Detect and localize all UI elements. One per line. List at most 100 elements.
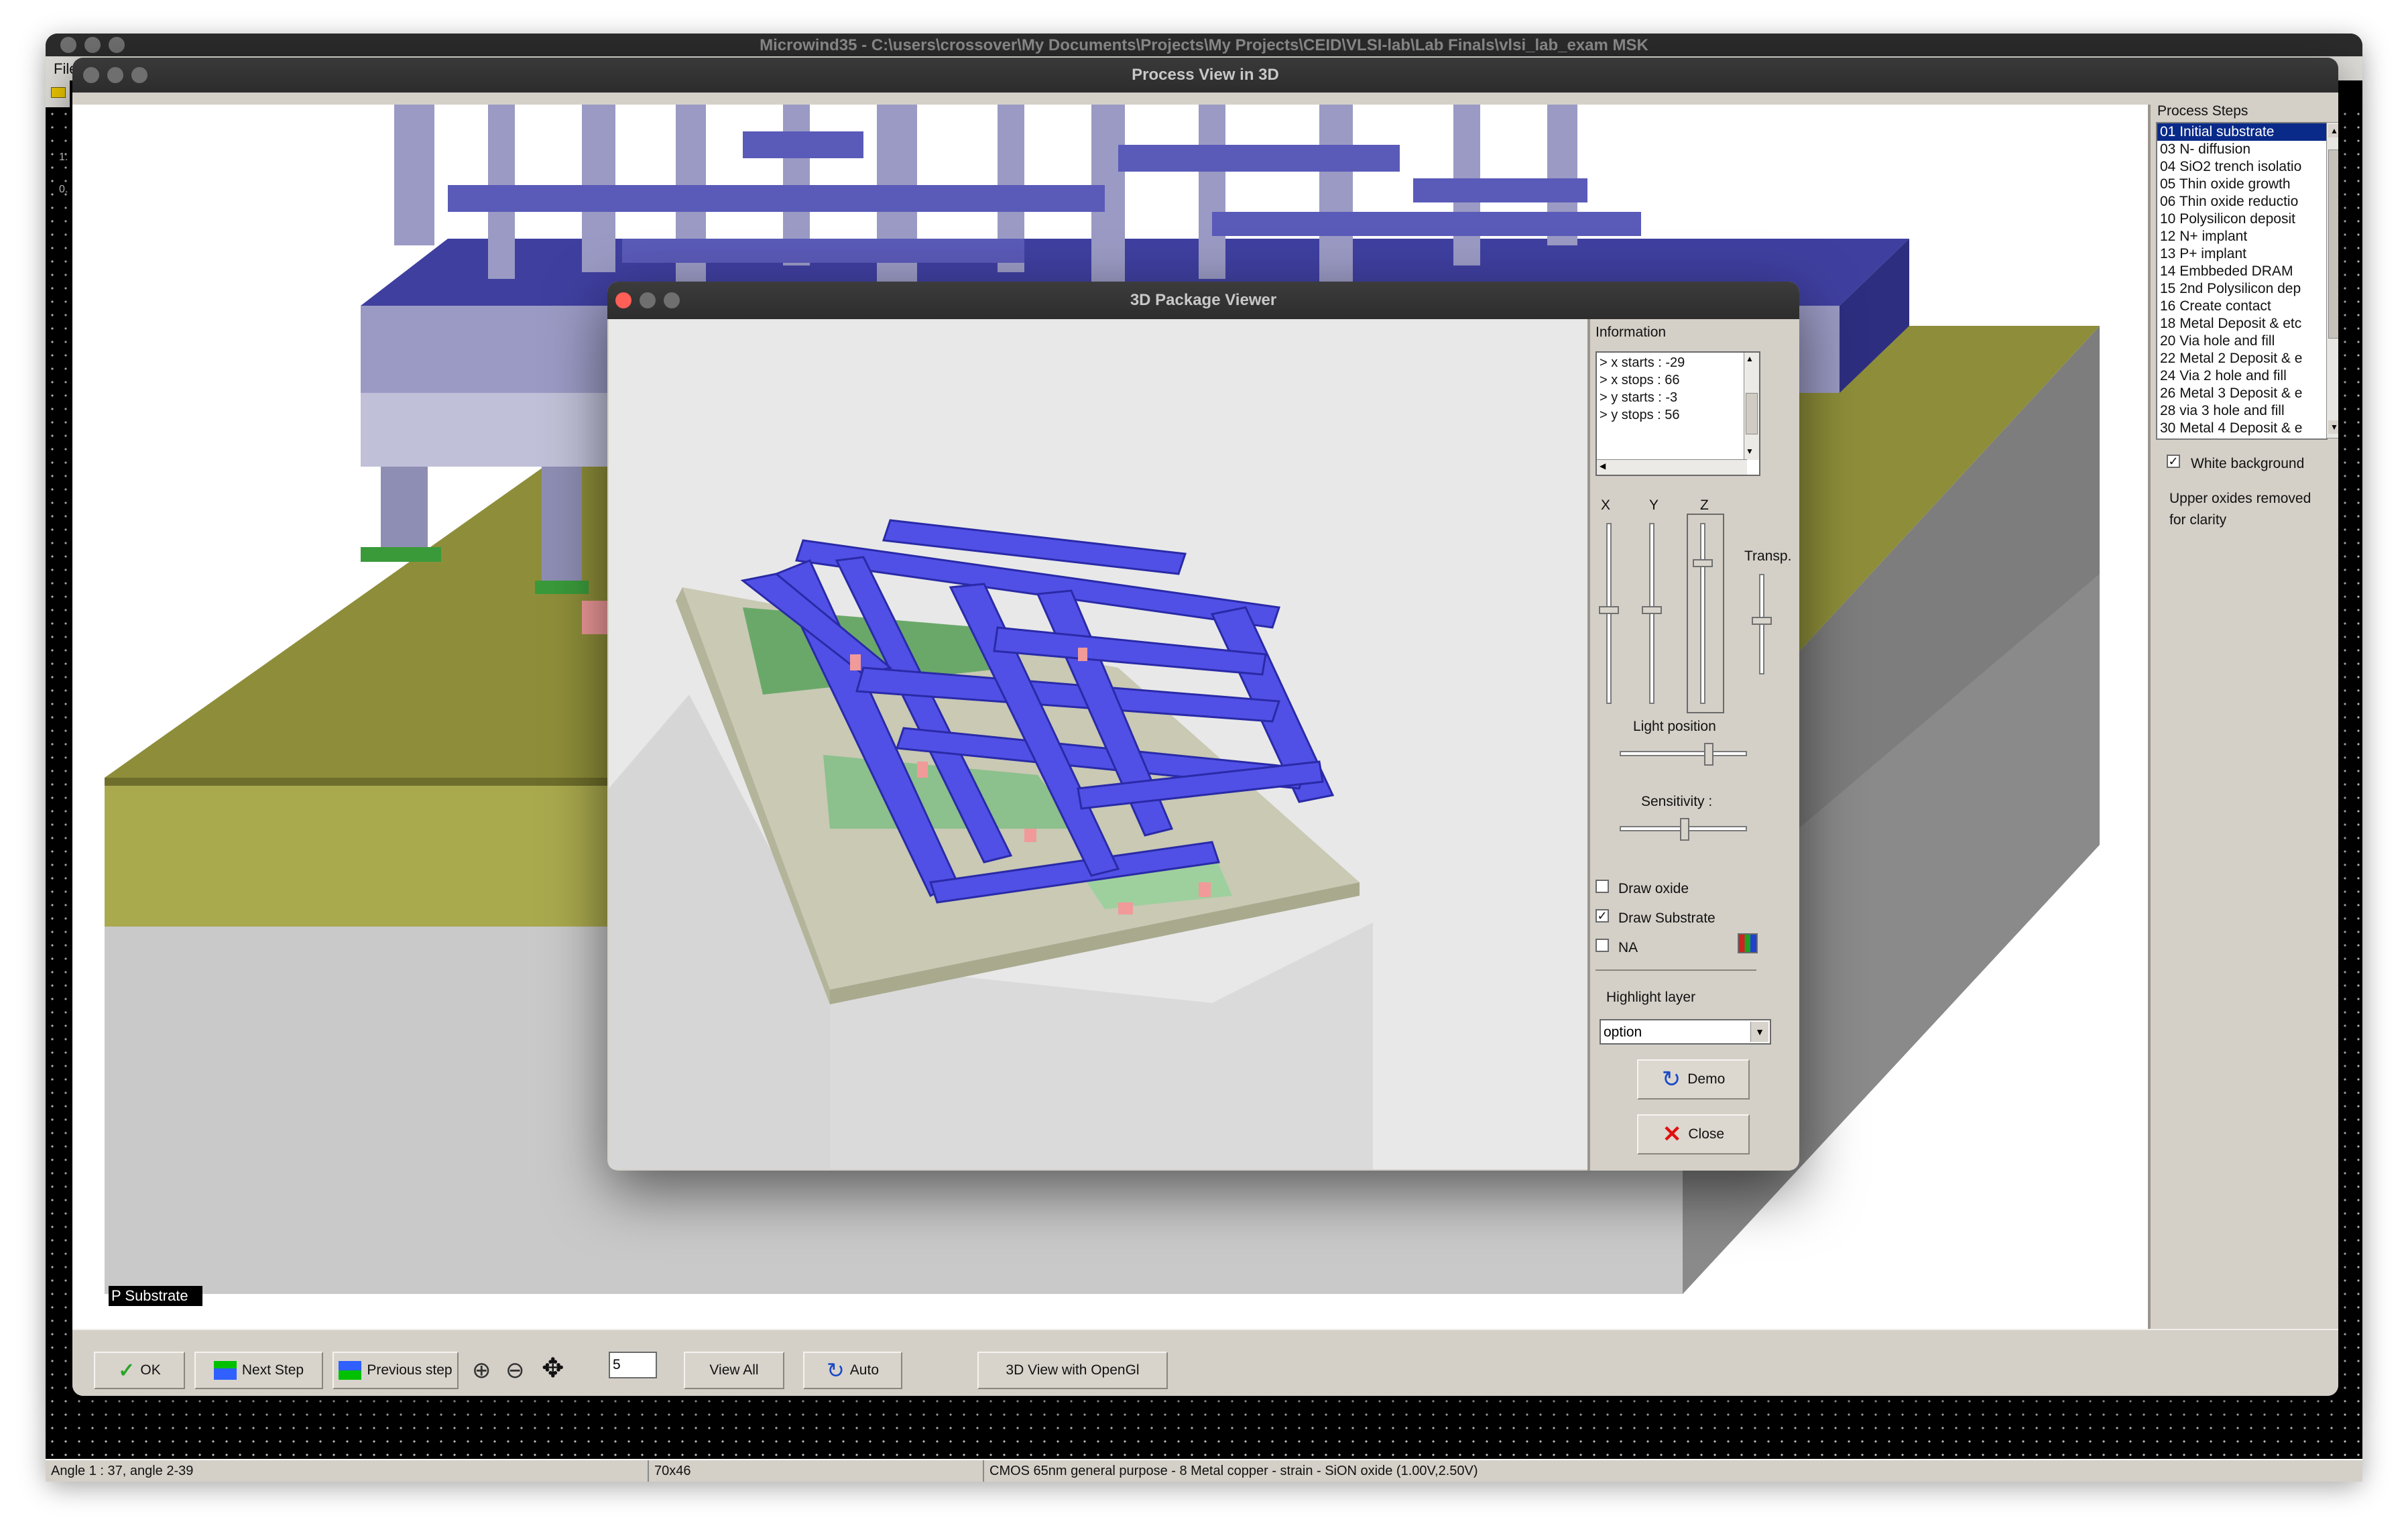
step-value-input[interactable]: 5	[609, 1352, 657, 1378]
diffusion-strip	[361, 547, 441, 562]
demo-button[interactable]: ↻ Demo	[1637, 1059, 1750, 1100]
status-angle: Angle 1 : 37, angle 2-39	[46, 1460, 649, 1482]
process-step-item[interactable]: 04 SiO2 trench isolatio	[2157, 158, 2326, 176]
white-background-label: White background	[2191, 456, 2305, 471]
demo-label: Demo	[1687, 1071, 1726, 1087]
previous-step-button[interactable]: Previous step	[333, 1352, 459, 1389]
main-titlebar: Microwind35 - C:\users\crossover\My Docu…	[46, 34, 2362, 56]
information-label: Information	[1596, 324, 1667, 340]
scroll-down-icon[interactable]: ▼	[2328, 420, 2338, 434]
status-technology: CMOS 65nm general purpose - 8 Metal copp…	[989, 1464, 1478, 1478]
process-step-item[interactable]: 12 N+ implant	[2157, 228, 2326, 245]
viewer-panel-divider	[1587, 319, 1590, 1171]
ok-label: OK	[140, 1362, 161, 1378]
process-step-item[interactable]: 10 Polysilicon deposit	[2157, 211, 2326, 228]
draw-substrate-checkbox[interactable]: ✓	[1596, 909, 1609, 923]
process-step-item[interactable]: 03 N- diffusion	[2157, 141, 2326, 158]
process-step-item[interactable]: 15 2nd Polysilicon dep	[2157, 280, 2326, 298]
auto-button[interactable]: ↻ Auto	[803, 1352, 902, 1389]
light-position-slider[interactable]	[1620, 751, 1747, 756]
scroll-thumb[interactable]	[2328, 150, 2338, 339]
close-button[interactable]: ✕ Close	[1637, 1114, 1750, 1155]
x-slider-thumb[interactable]	[1599, 606, 1619, 614]
opengl-label: 3D View with OpenGl	[1006, 1362, 1140, 1378]
previous-step-icon	[339, 1361, 362, 1380]
info-line: > y stops : 56	[1600, 408, 1680, 422]
close-icon: ✕	[1662, 1122, 1682, 1147]
axis-z-label: Z	[1700, 497, 1709, 513]
process-step-item[interactable]: 22 Metal 2 Deposit & e	[2157, 350, 2326, 367]
zoom-in-icon[interactable]: ⊕	[472, 1357, 491, 1384]
scroll-down-icon[interactable]: ▼	[1746, 447, 1754, 456]
scroll-thumb[interactable]	[1746, 393, 1758, 434]
process-step-item[interactable]: 28 via 3 hole and fill	[2157, 402, 2326, 420]
toolbar-open-icon-area	[46, 80, 70, 107]
process-step-item[interactable]: 30 Metal 4 Deposit & e	[2157, 420, 2326, 437]
open-folder-icon[interactable]	[51, 87, 66, 98]
next-step-button[interactable]: Next Step	[194, 1352, 323, 1389]
light-slider-thumb[interactable]	[1704, 743, 1713, 766]
info-line: > x stops : 66	[1600, 373, 1680, 388]
na-checkbox[interactable]	[1596, 939, 1609, 952]
view-all-button[interactable]: View All	[684, 1352, 784, 1389]
process-steps-list[interactable]: 01 Initial substrate 03 N- diffusion 04 Si…	[2156, 122, 2328, 440]
process-steps-scrollbar[interactable]: ▲ ▼	[2326, 122, 2338, 438]
refresh-icon: ↻	[1661, 1067, 1681, 1092]
na-label: NA	[1618, 940, 1638, 955]
separator	[1596, 969, 1756, 971]
transparency-slider-thumb[interactable]	[1752, 617, 1772, 625]
process-step-item[interactable]: 26 Metal 3 Deposit & e	[2157, 385, 2326, 402]
process-step-item[interactable]: 05 Thin oxide growth	[2157, 176, 2326, 193]
process-step-item[interactable]: 20 Via hole and fill	[2157, 333, 2326, 350]
auto-label: Auto	[849, 1362, 879, 1378]
sensitivity-label: Sensitivity :	[1641, 794, 1713, 809]
scroll-left-icon[interactable]: ◀	[1600, 461, 1606, 471]
ruler-tick-label: 1.	[59, 152, 68, 163]
draw-oxide-checkbox[interactable]	[1596, 880, 1609, 893]
zoom-out-icon[interactable]: ⊖	[505, 1357, 525, 1384]
check-mark-icon: ✓	[2168, 455, 2179, 468]
next-step-icon	[213, 1361, 237, 1380]
package-3d-canvas[interactable]	[609, 319, 1587, 1169]
highlight-layer-select[interactable]: option ▼	[1600, 1019, 1771, 1045]
chevron-down-icon[interactable]: ▼	[1750, 1022, 1768, 1042]
check-mark-icon: ✓	[1597, 909, 1608, 923]
process-step-item[interactable]: 16 Create contact	[2157, 298, 2326, 315]
z-slider-focus-box	[1687, 514, 1724, 713]
main-window-title: Microwind35 - C:\users\crossover\My Docu…	[760, 36, 1648, 54]
information-textbox[interactable]: > x starts : -29 > x stops : 66 > y starts…	[1596, 351, 1760, 476]
transparency-label: Transp.	[1744, 548, 1792, 564]
process-step-item[interactable]: 01 Initial substrate	[2157, 123, 2326, 141]
draw-oxide-label: Draw oxide	[1618, 881, 1689, 896]
process-step-item[interactable]: 18 Metal Deposit & etc	[2157, 315, 2326, 333]
opengl-view-button[interactable]: 3D View with OpenGl	[977, 1352, 1168, 1389]
next-step-label: Next Step	[241, 1362, 304, 1378]
status-bar: Angle 1 : 37, angle 2-39 70x46 CMOS 65nm…	[46, 1459, 2362, 1482]
checkmark-icon: ✓	[118, 1359, 135, 1382]
white-background-checkbox[interactable]: ✓	[2167, 455, 2180, 468]
y-slider-thumb[interactable]	[1642, 606, 1662, 614]
info-hscrollbar[interactable]: ◀	[1597, 459, 1747, 475]
ok-button[interactable]: ✓ OK	[94, 1352, 185, 1389]
process-step-item[interactable]: 06 Thin oxide reductio	[2157, 193, 2326, 211]
process-step-item[interactable]: 14 Embbeded DRAM	[2157, 263, 2326, 280]
panel-divider	[2148, 105, 2151, 1329]
process-step-item[interactable]: 13 P+ implant	[2157, 245, 2326, 263]
info-scrollbar[interactable]: ▲ ▼	[1744, 353, 1759, 460]
pan-arrows-icon[interactable]: ✥	[542, 1353, 564, 1384]
note-line: for clarity	[2169, 512, 2227, 528]
status-grid-size: 70x46	[649, 1460, 984, 1482]
color-palette-icon[interactable]	[1738, 933, 1758, 953]
scene-layer-label: P Substrate	[111, 1287, 188, 1304]
scroll-up-icon[interactable]: ▲	[1746, 354, 1754, 363]
scroll-up-icon[interactable]: ▲	[2328, 124, 2338, 137]
contact-block	[582, 601, 609, 634]
diffusion-strip	[535, 581, 589, 594]
package-3d-drawing	[609, 519, 1373, 1169]
previous-step-label: Previous step	[367, 1362, 453, 1378]
sensitivity-slider-thumb[interactable]	[1680, 818, 1689, 841]
process-step-item[interactable]: 24 Via 2 hole and fill	[2157, 367, 2326, 385]
z-slider-thumb[interactable]	[1693, 559, 1713, 567]
process-steps-heading: Process Steps	[2157, 103, 2248, 119]
z-rotation-slider[interactable]	[1700, 523, 1705, 704]
